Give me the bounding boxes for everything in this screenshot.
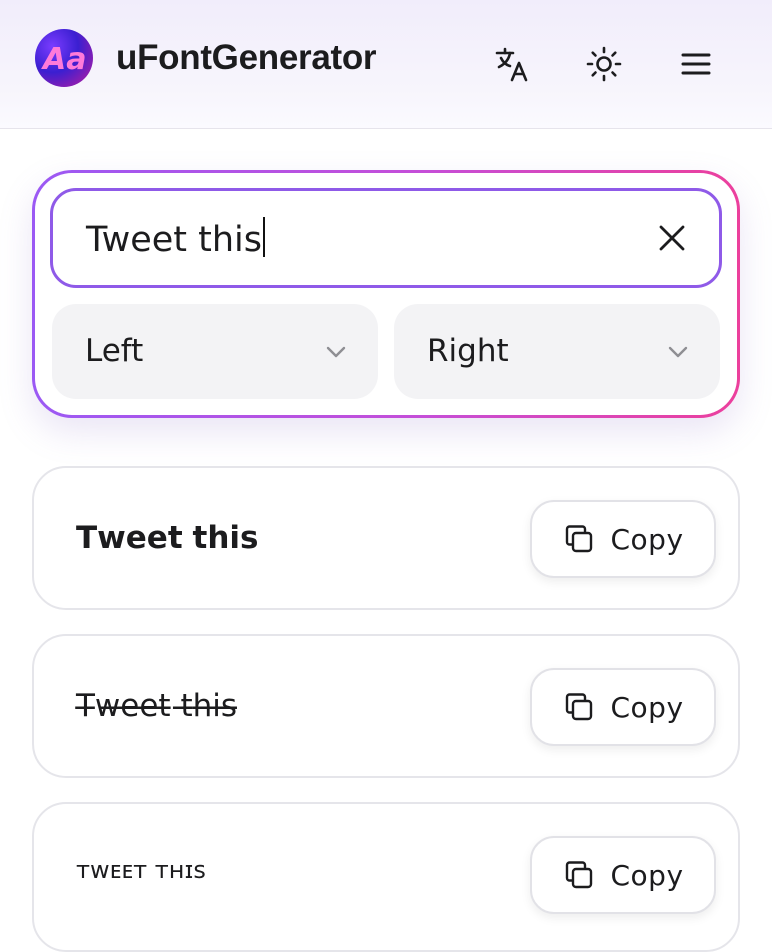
result-card: 𝗧𝘄𝗲𝗲𝘁 𝘁𝗵𝗶𝘀 Copy (32, 466, 740, 610)
chevron-down-icon (326, 346, 346, 358)
result-card: ᴛᴡᴇᴇᴛ ᴛʜɪꜱ Copy (32, 802, 740, 952)
menu-icon (681, 53, 711, 75)
copy-button[interactable]: Copy (530, 500, 716, 578)
left-select[interactable]: Left (52, 304, 378, 399)
app-title: uFontGenerator (116, 38, 377, 77)
copy-icon (566, 693, 593, 721)
text-input[interactable]: Tweet this (50, 188, 722, 288)
text-caret (263, 217, 265, 257)
theme-toggle-button[interactable] (582, 42, 626, 86)
input-panel: Tweet this Left Right (32, 170, 740, 418)
translate-icon (495, 47, 528, 82)
text-input-value: Tweet this (86, 220, 262, 260)
right-select[interactable]: Right (394, 304, 720, 399)
logo[interactable]: Aa (35, 29, 93, 87)
chevron-down-icon (668, 346, 688, 358)
translate-button[interactable] (490, 42, 534, 86)
right-select-value: Right (427, 333, 509, 369)
copy-label: Copy (610, 522, 684, 556)
copy-icon (566, 525, 593, 553)
logo-text: Aa (41, 42, 86, 77)
app-header: Aa uFontGenerator (0, 0, 772, 129)
copy-label: Copy (610, 858, 684, 892)
copy-icon (566, 861, 593, 889)
clear-input-button[interactable] (649, 215, 695, 261)
close-icon (659, 225, 685, 251)
copy-button[interactable]: Copy (530, 668, 716, 746)
sun-icon (586, 46, 622, 82)
copy-label: Copy (610, 690, 684, 724)
copy-button[interactable]: Copy (530, 836, 716, 914)
result-text-strikethrough: T̶w̶e̶e̶t̶ t̶h̶i̶s̶ (76, 688, 238, 724)
menu-button[interactable] (674, 42, 718, 86)
left-select-value: Left (85, 333, 144, 369)
result-text-small-caps: ᴛᴡᴇᴇᴛ ᴛʜɪꜱ (76, 856, 206, 884)
result-card: T̶w̶e̶e̶t̶ t̶h̶i̶s̶ Copy (32, 634, 740, 778)
result-text-bold: 𝗧𝘄𝗲𝗲𝘁 𝘁𝗵𝗶𝘀 (76, 520, 259, 556)
